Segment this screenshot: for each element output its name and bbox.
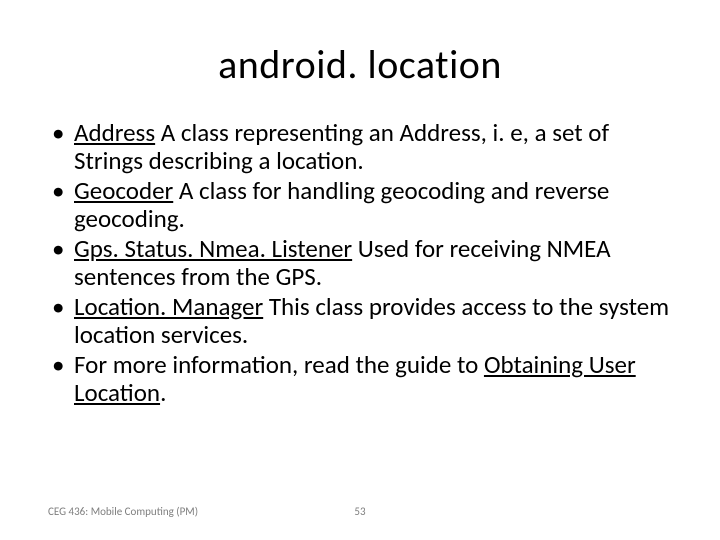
bullet-list: Address A class representing an Address,… <box>50 119 672 407</box>
list-item: Location. Manager This class provides ac… <box>50 293 672 349</box>
slide: android. location Address A class repres… <box>0 0 720 540</box>
slide-title: android. location <box>48 40 672 89</box>
slide-footer: CEG 436: Mobile Computing (PM) 53 <box>48 505 672 518</box>
bullet-text: . <box>160 377 166 408</box>
footer-course: CEG 436: Mobile Computing (PM) <box>48 505 198 518</box>
list-item: For more information, read the guide to … <box>50 351 672 407</box>
class-link-address[interactable]: Address <box>74 117 155 148</box>
bullet-text: A class representing an Address, i. e, a… <box>74 117 609 176</box>
list-item: Gps. Status. Nmea. Listener Used for rec… <box>50 235 672 291</box>
class-link-geocoder[interactable]: Geocoder <box>74 175 173 206</box>
footer-page-number: 53 <box>354 505 365 518</box>
list-item: Address A class representing an Address,… <box>50 119 672 175</box>
class-link-gpsstatus-nmealistener[interactable]: Gps. Status. Nmea. Listener <box>74 233 352 264</box>
bullet-text: For more information, read the guide to <box>74 349 484 380</box>
class-link-locationmanager[interactable]: Location. Manager <box>74 291 263 322</box>
list-item: Geocoder A class for handling geocoding … <box>50 177 672 233</box>
